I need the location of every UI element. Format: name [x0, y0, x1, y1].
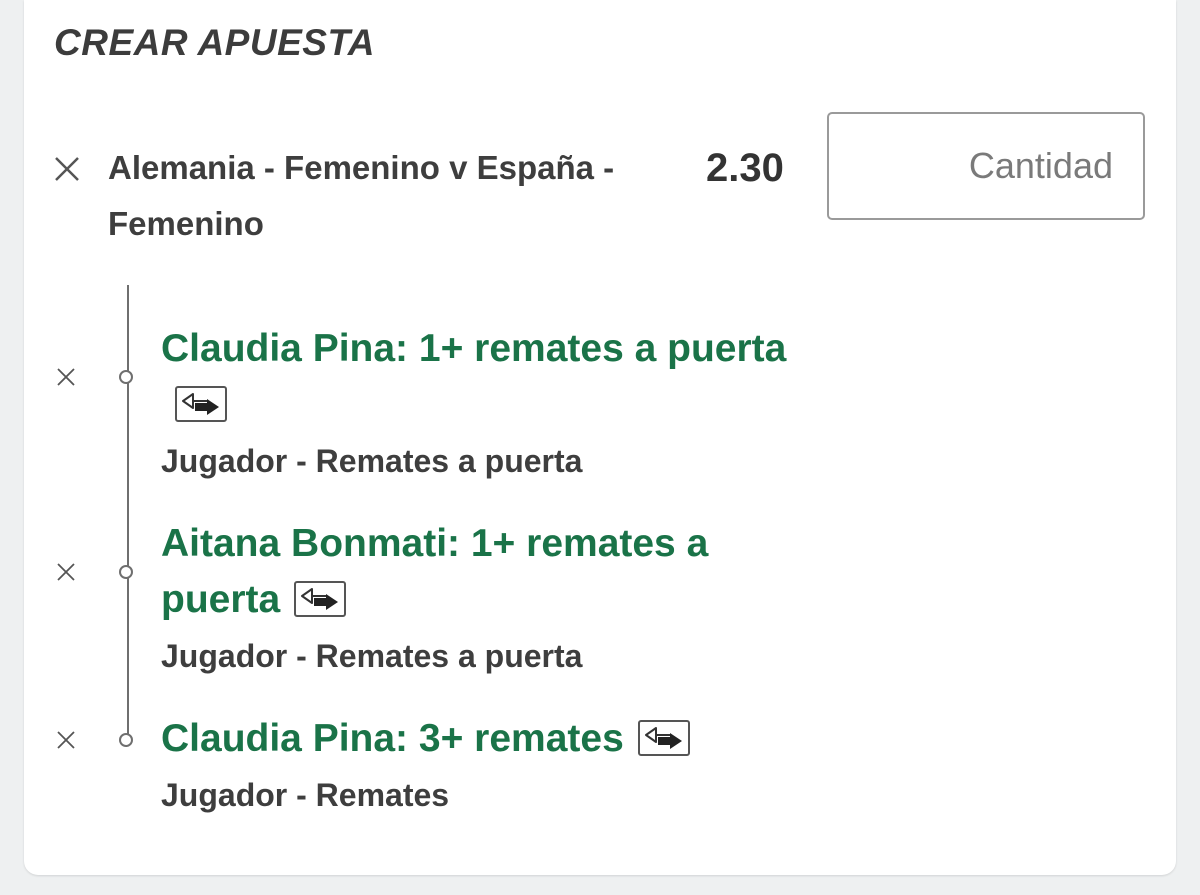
- swap-arrows-icon[interactable]: [175, 385, 227, 422]
- selection-name: Claudia Pina: 1+ remates a puerta: [161, 321, 801, 433]
- selection-name: Aitana Bonmati: 1+ remates a puerta: [161, 516, 801, 628]
- timeline-node: [119, 370, 133, 384]
- swap-arrows-icon[interactable]: [637, 719, 690, 756]
- event-name: Alemania - Femenino v España - Femenino: [108, 149, 615, 242]
- remove-event-close-icon[interactable]: [54, 156, 80, 182]
- selection-market: Jugador - Remates a puerta: [161, 443, 583, 479]
- remove-selection-close-icon[interactable]: [57, 731, 75, 749]
- bet-builder-card: CREAR APUESTA Alemania - Femenino v Espa…: [24, 0, 1176, 875]
- remove-selection-close-icon[interactable]: [57, 563, 75, 581]
- selection-name-text: Aitana Bonmati: 1+ remates a puerta: [161, 522, 709, 621]
- remove-selection-close-icon[interactable]: [57, 368, 75, 386]
- selection-name-text: Claudia Pina: 1+ remates a puerta: [161, 327, 787, 370]
- timeline-node: [119, 565, 133, 579]
- selection-name-text: Claudia Pina: 3+ remates: [161, 717, 624, 760]
- stake-input[interactable]: [827, 112, 1145, 220]
- selection-market: Jugador - Remates: [161, 777, 450, 813]
- selection-name: Claudia Pina: 3+ remates: [161, 711, 801, 767]
- timeline-line: [127, 285, 129, 740]
- section-title: CREAR APUESTA: [54, 22, 376, 63]
- selection-market: Jugador - Remates a puerta: [161, 638, 583, 674]
- timeline-node: [119, 733, 133, 747]
- swap-arrows-icon[interactable]: [294, 580, 347, 617]
- event-odds: 2.30: [706, 146, 784, 190]
